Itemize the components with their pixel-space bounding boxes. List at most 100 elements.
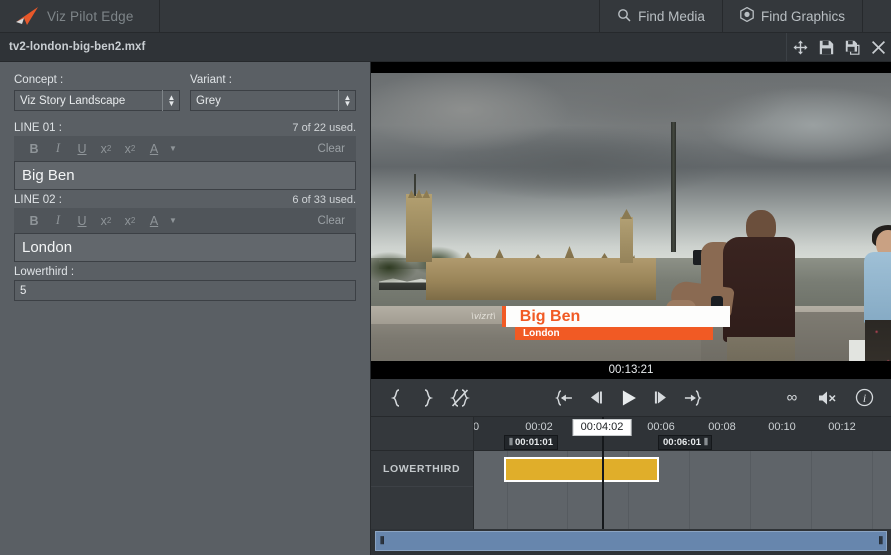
playhead-timecode-label[interactable]: 00:04:02 <box>572 419 632 436</box>
mark-in-marker[interactable]: ⦀ 00:01:01 <box>504 435 558 450</box>
grid-line <box>689 451 690 529</box>
go-to-start-button[interactable] <box>551 385 577 411</box>
timeline-main: LOWERTHIRD 0 00:02 00:06 00:08 00:10 00:… <box>371 417 891 529</box>
mark-in-button[interactable] <box>383 385 409 411</box>
subscript-button[interactable]: x2 <box>94 137 118 160</box>
timecode-strip: 00:13:21 <box>371 361 891 379</box>
timeline-scroll-wrapper: ⦀ ⦀ <box>371 529 891 555</box>
timeline-ruler[interactable]: 0 00:02 00:06 00:08 00:10 00:12 ⦀ 00:01:… <box>474 417 891 451</box>
lowerthird-input[interactable] <box>14 280 356 301</box>
floppy-save-icon[interactable] <box>813 33 839 62</box>
houses-of-parliament <box>426 258 656 300</box>
subscript-button[interactable]: x2 <box>94 209 118 232</box>
bold-button[interactable]: B <box>22 137 46 160</box>
timeline-track-headers: LOWERTHIRD <box>371 417 474 529</box>
viz-pilot-edge-window: Viz Pilot Edge Find Media Find Graphics <box>0 0 891 555</box>
lowerthird-title-plate: Big Ben <box>505 306 730 327</box>
tab-find-media[interactable]: Find Media <box>600 0 723 32</box>
lowerthird-label: Lowerthird : <box>14 266 75 278</box>
step-backward-button[interactable] <box>583 385 609 411</box>
italic-button[interactable]: I <box>46 137 70 160</box>
chevron-down-icon[interactable]: ▼ <box>166 137 180 160</box>
track-header-lowerthird[interactable]: LOWERTHIRD <box>371 451 473 487</box>
big-ben-tower <box>620 217 633 263</box>
variant-label: Variant : <box>190 74 232 86</box>
chevron-down-icon[interactable]: ▼ <box>166 209 180 232</box>
document-title: tv2-london-big-ben2.mxf <box>9 41 146 53</box>
concept-variant-row: Concept : Viz Story Landscape ▲ ▼ Variant… <box>14 74 356 111</box>
loop-button[interactable]: ∞ <box>779 385 805 411</box>
concept-label: Concept : <box>14 74 64 86</box>
woman-jacket <box>864 252 891 324</box>
document-bar: tv2-london-big-ben2.mxf <box>0 33 891 62</box>
step-forward-button[interactable] <box>647 385 673 411</box>
line-01-block: LINE 01 : 7 of 22 used. B I U x2 x2 A ▼ … <box>14 122 356 190</box>
underline-button[interactable]: U <box>70 137 94 160</box>
video-letterbox-top <box>371 62 891 73</box>
info-button[interactable]: i <box>851 385 877 411</box>
line-02-richtext-toolbar: B I U x2 x2 A ▼ Clear <box>14 208 356 233</box>
infinity-icon: ∞ <box>786 389 798 406</box>
track-name-label: LOWERTHIRD <box>383 462 461 475</box>
header-tail <box>863 0 891 32</box>
close-x-icon[interactable] <box>865 33 891 62</box>
play-button[interactable] <box>615 385 641 411</box>
lowerthird-subtitle-plate: London <box>515 327 713 340</box>
header-spacer <box>160 0 601 32</box>
text-color-button[interactable]: A <box>142 209 166 232</box>
transport-bar: ∞ i <box>371 379 891 417</box>
document-actions <box>786 33 891 61</box>
clear-marks-icon[interactable] <box>447 385 473 411</box>
mark-out-marker[interactable]: 00:06:01 ⦀ <box>658 435 712 450</box>
mark-out-button[interactable] <box>415 385 441 411</box>
player-pane: \vizrt\ Big Ben London 00:13:21 ∞ i LOWE… <box>371 62 891 555</box>
move-arrows-icon[interactable] <box>787 33 813 62</box>
transport-playback-group <box>551 385 705 411</box>
underline-button[interactable]: U <box>70 209 94 232</box>
scroll-grip-left-icon[interactable]: ⦀ <box>380 536 385 547</box>
line-01-usage: 7 of 22 used. <box>292 122 356 134</box>
line-01-input[interactable] <box>14 161 356 190</box>
lowerthird-title-text: Big Ben <box>519 307 581 325</box>
go-to-end-button[interactable] <box>679 385 705 411</box>
mute-button[interactable] <box>815 385 841 411</box>
lowerthird-title-row: \vizrt\ Big Ben <box>471 306 730 327</box>
tab-find-graphics-label: Find Graphics <box>760 8 845 24</box>
vizrt-logo-label: \vizrt\ <box>471 311 496 322</box>
timeline-horizontal-scrollbar[interactable]: ⦀ ⦀ <box>375 531 887 551</box>
line-01-clear-button[interactable]: Clear <box>315 143 348 155</box>
scroll-grip-right-icon[interactable]: ⦀ <box>879 536 884 547</box>
ruler-tick-6: 00:12 <box>828 421 856 433</box>
bold-button[interactable]: B <box>22 209 46 232</box>
transport-mark-group <box>371 385 473 411</box>
ruler-tick-3: 00:06 <box>647 421 675 433</box>
current-timecode: 00:13:21 <box>608 364 654 376</box>
lowerthird-graphic-overlay: \vizrt\ Big Ben London <box>471 306 730 340</box>
timeline-canvas[interactable]: 0 00:02 00:06 00:08 00:10 00:12 ⦀ 00:01:… <box>474 417 891 529</box>
timeline-tracks-area[interactable] <box>474 451 891 529</box>
variant-field: Variant : Grey ▲ ▼ <box>190 74 356 111</box>
grip-icon: ⦀ <box>509 437 513 447</box>
app-header: Viz Pilot Edge Find Media Find Graphics <box>0 0 891 33</box>
variant-select[interactable]: Grey <box>190 90 356 111</box>
grip-icon: ⦀ <box>704 437 708 447</box>
floppy-save-as-icon[interactable] <box>839 33 865 62</box>
italic-button[interactable]: I <box>46 209 70 232</box>
timeline-panel: LOWERTHIRD 0 00:02 00:06 00:08 00:10 00:… <box>371 417 891 555</box>
app-brand: Viz Pilot Edge <box>0 0 160 32</box>
line-01-label: LINE 01 : <box>14 122 62 134</box>
concept-select[interactable]: Viz Story Landscape <box>14 90 180 111</box>
superscript-button[interactable]: x2 <box>118 137 142 160</box>
grid-line <box>811 451 812 529</box>
text-color-button[interactable]: A <box>142 137 166 160</box>
line-02-input[interactable] <box>14 233 356 262</box>
lowerthird-clip[interactable] <box>504 457 659 482</box>
line-02-clear-button[interactable]: Clear <box>315 215 348 227</box>
video-preview[interactable]: \vizrt\ Big Ben London 00:13:21 <box>371 62 891 379</box>
lowerthird-subtitle-text: London <box>523 327 560 339</box>
line-01-header: LINE 01 : 7 of 22 used. <box>14 122 356 134</box>
line-02-block: LINE 02 : 6 of 33 used. B I U x2 x2 A ▼ … <box>14 194 356 262</box>
lowerthird-header: Lowerthird : <box>14 266 356 278</box>
tab-find-graphics[interactable]: Find Graphics <box>723 0 863 32</box>
superscript-button[interactable]: x2 <box>118 209 142 232</box>
